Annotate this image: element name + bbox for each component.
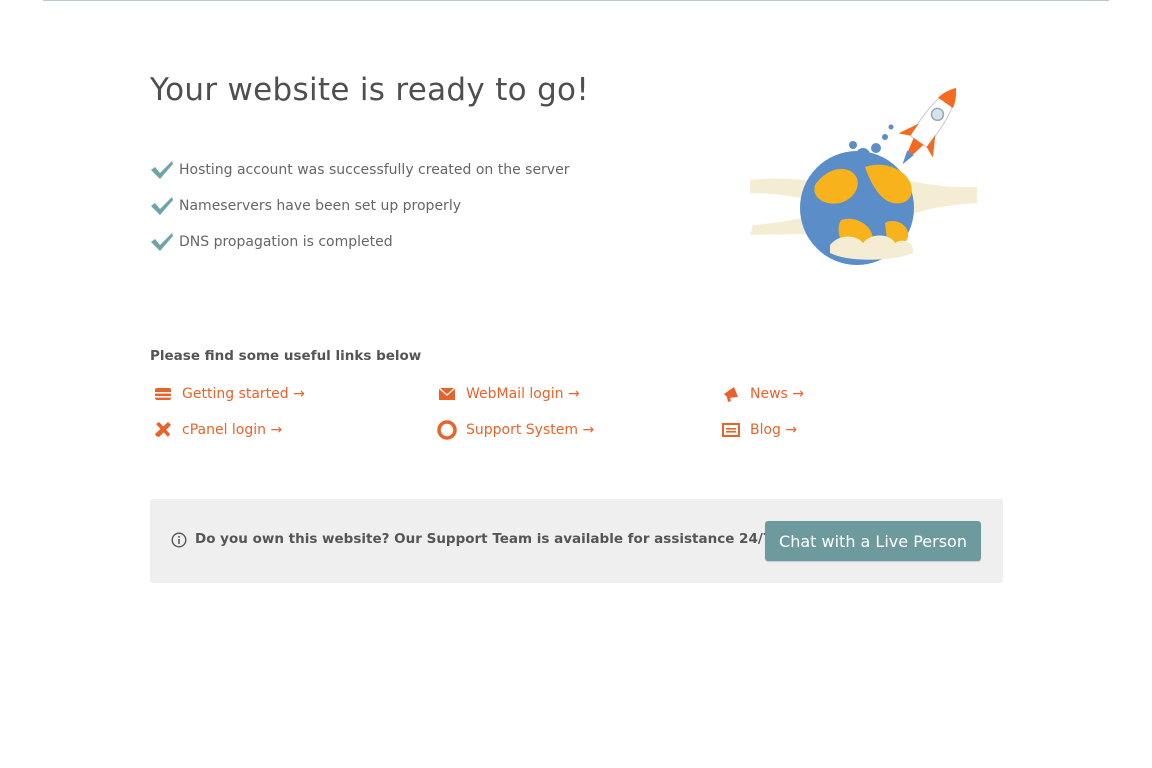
webmail-login-link[interactable]: WebMail login →	[437, 384, 580, 404]
news-label: News →	[750, 386, 805, 402]
lifebuoy-icon	[437, 420, 457, 440]
checklist-item-text: Nameservers have been set up properly	[179, 198, 461, 214]
checklist-item-text: Hosting account was successfully created…	[179, 162, 570, 178]
webmail-login-label: WebMail login →	[466, 386, 580, 402]
support-system-link[interactable]: Support System →	[437, 420, 594, 440]
support-system-label: Support System →	[466, 422, 595, 438]
tools-icon	[153, 420, 173, 440]
rocket-globe-illustration	[750, 87, 977, 265]
top-divider	[43, 0, 1109, 1]
status-checklist: Hosting account was successfully created…	[150, 152, 569, 260]
blog-link[interactable]: Blog →	[721, 420, 797, 440]
checklist-item: Nameservers have been set up properly	[150, 188, 569, 224]
cpanel-login-label: cPanel login →	[182, 422, 283, 438]
envelope-icon	[437, 384, 457, 404]
page-title: Your website is ready to go!	[150, 72, 590, 108]
checklist-item: Hosting account was successfully created…	[150, 152, 569, 188]
megaphone-icon	[721, 384, 741, 404]
getting-started-label: Getting started →	[182, 386, 305, 402]
info-icon	[171, 532, 187, 548]
blog-label: Blog →	[750, 422, 798, 438]
links-heading: Please find some useful links below	[150, 348, 422, 364]
chat-live-person-button[interactable]: Chat with a Live Person	[765, 521, 981, 561]
checklist-item-text: DNS propagation is completed	[179, 234, 393, 250]
support-info-box: Do you own this website? Our Support Tea…	[150, 499, 1003, 583]
cpanel-login-link[interactable]: cPanel login →	[153, 420, 282, 440]
support-message: Do you own this website? Our Support Tea…	[195, 531, 778, 547]
box-icon	[153, 384, 173, 404]
news-link[interactable]: News →	[721, 384, 804, 404]
checkmark-icon	[151, 233, 173, 251]
checkmark-icon	[151, 197, 173, 215]
checkmark-icon	[151, 161, 173, 179]
getting-started-link[interactable]: Getting started →	[153, 384, 305, 404]
blog-icon	[721, 420, 741, 440]
checklist-item: DNS propagation is completed	[150, 224, 569, 260]
